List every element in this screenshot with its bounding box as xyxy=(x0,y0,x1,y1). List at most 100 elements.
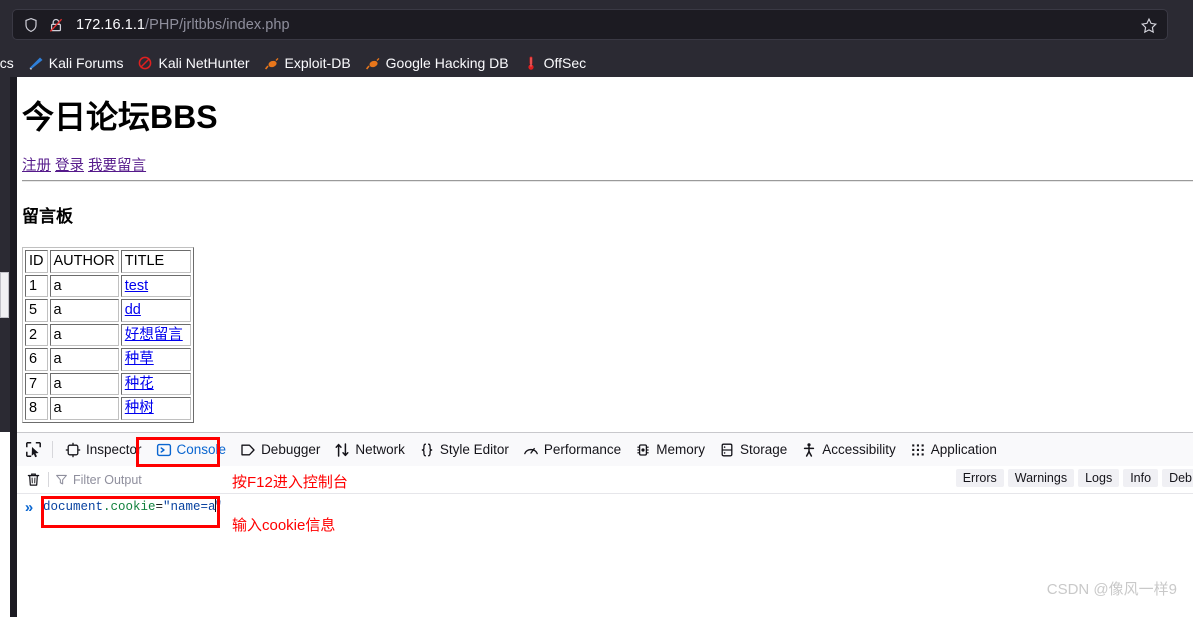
tab-debugger[interactable]: Debugger xyxy=(233,434,327,465)
clear-console-button[interactable] xyxy=(20,469,46,491)
table-row: 1 a test xyxy=(25,275,191,298)
console-filter-bar: Filter Output Errors Warnings Logs Info … xyxy=(17,466,1193,494)
message-link[interactable]: 好想留言 xyxy=(125,327,183,343)
bookmark-kali-nethunter[interactable]: Kali NetHunter xyxy=(131,51,255,74)
address-bar[interactable]: 172.16.1.1/PHP/jrltbbs/index.php xyxy=(12,9,1168,40)
nav-links: 注册 登录 我要留言 xyxy=(22,154,146,175)
element-picker-button[interactable] xyxy=(19,436,47,464)
table-row: 2 a 好想留言 xyxy=(25,324,191,347)
bookmark-label: Kali Forums xyxy=(49,55,124,71)
message-link[interactable]: dd xyxy=(125,302,141,318)
table-row: 5 a dd xyxy=(25,299,191,322)
tab-label: Console xyxy=(177,442,227,457)
annotation-text-f12: 按F12进入控制台 xyxy=(232,471,348,492)
tab-storage[interactable]: Storage xyxy=(712,434,794,465)
kali-nethunter-icon xyxy=(137,55,153,71)
severity-filter-errors[interactable]: Errors xyxy=(956,469,1004,487)
browser-chrome: 172.16.1.1/PHP/jrltbbs/index.php ocs Kal… xyxy=(0,0,1193,77)
urlbar-row: 172.16.1.1/PHP/jrltbbs/index.php xyxy=(0,0,1193,47)
cell-author: a xyxy=(50,348,119,371)
bookmark-kali-docs[interactable]: ocs xyxy=(0,51,20,74)
shield-icon[interactable] xyxy=(23,17,39,33)
table-header-row: ID AUTHOR TITLE xyxy=(25,250,191,273)
bookmark-label: OffSec xyxy=(544,55,587,71)
cell-id: 1 xyxy=(25,275,48,298)
storage-database-icon xyxy=(719,442,735,458)
bookmark-star-icon[interactable] xyxy=(1139,16,1159,36)
bookmark-label: Kali NetHunter xyxy=(158,55,249,71)
table-row: 7 a 种花 xyxy=(25,373,191,396)
tab-network[interactable]: Network xyxy=(327,434,412,465)
nav-link-post-message[interactable]: 我要留言 xyxy=(88,158,146,174)
severity-filter-info[interactable]: Info xyxy=(1123,469,1158,487)
message-link[interactable]: test xyxy=(125,278,148,294)
cell-author: a xyxy=(50,275,119,298)
debugger-icon xyxy=(240,442,256,458)
filter-funnel-icon xyxy=(55,473,68,486)
cell-author: a xyxy=(50,373,119,396)
cell-author: a xyxy=(50,397,119,420)
cell-author: a xyxy=(50,324,119,347)
page-scrollbar-thumb[interactable] xyxy=(0,272,9,318)
bookmark-google-hacking-db[interactable]: Google Hacking DB xyxy=(359,51,515,74)
accessibility-person-icon xyxy=(801,442,817,458)
console-prompt-icon xyxy=(156,442,172,458)
tab-inspector[interactable]: Inspector xyxy=(58,434,149,465)
tab-label: Storage xyxy=(740,442,787,457)
board-heading: 留言板 xyxy=(22,202,73,227)
devtools-toolbar: Inspector Console Debugger Network xyxy=(17,433,1193,467)
application-grid-icon xyxy=(910,442,926,458)
tab-accessibility[interactable]: Accessibility xyxy=(794,434,903,465)
filter-divider xyxy=(48,472,49,487)
cell-id: 8 xyxy=(25,397,48,420)
tab-console[interactable]: Console xyxy=(149,434,234,465)
severity-filter-group: Errors Warnings Logs Info Deb xyxy=(952,469,1193,487)
message-link[interactable]: 种花 xyxy=(125,376,154,392)
tab-label: Debugger xyxy=(261,442,320,457)
bookmark-exploit-db[interactable]: Exploit-DB xyxy=(258,51,357,74)
message-link[interactable]: 种树 xyxy=(125,400,154,416)
severity-filter-debug[interactable]: Deb xyxy=(1162,469,1193,487)
table-row: 8 a 种树 xyxy=(25,397,191,420)
console-input-row[interactable]: » document.cookie="name=a" xyxy=(17,493,1193,521)
cell-title: 种草 xyxy=(121,348,191,371)
toolbar-divider xyxy=(52,441,53,458)
nav-link-register[interactable]: 注册 xyxy=(22,158,51,174)
tab-label: Inspector xyxy=(86,442,142,457)
code-token-operator: = xyxy=(156,500,164,514)
nav-link-login[interactable]: 登录 xyxy=(55,158,84,174)
severity-filter-logs[interactable]: Logs xyxy=(1078,469,1119,487)
tab-style-editor[interactable]: Style Editor xyxy=(412,434,516,465)
cell-title: dd xyxy=(121,299,191,322)
tab-memory[interactable]: Memory xyxy=(628,434,712,465)
lock-crossed-insecure-icon[interactable] xyxy=(48,17,64,33)
cell-author: a xyxy=(50,299,119,322)
cell-id: 5 xyxy=(25,299,48,322)
message-table: ID AUTHOR TITLE 1 a test 5 a dd 2 a 好想留言… xyxy=(22,247,194,423)
style-editor-braces-icon xyxy=(419,442,435,458)
page-left-gutter xyxy=(10,77,17,617)
bookmark-label: Exploit-DB xyxy=(285,55,351,71)
console-input-field[interactable]: document.cookie="name=a" xyxy=(41,499,222,515)
horizontal-rule xyxy=(22,180,1193,182)
url-text[interactable]: 172.16.1.1/PHP/jrltbbs/index.php xyxy=(76,17,290,33)
bookmarks-bar: ocs Kali Forums Kali NetHunter Expl xyxy=(0,48,1193,77)
tab-label: Memory xyxy=(656,442,705,457)
tab-label: Network xyxy=(355,442,405,457)
filter-output-input[interactable]: Filter Output xyxy=(53,470,243,490)
annotation-text-cookie: 输入cookie信息 xyxy=(232,514,335,535)
cell-id: 6 xyxy=(25,348,48,371)
inspector-icon xyxy=(65,442,81,458)
cell-title: test xyxy=(121,275,191,298)
tab-performance[interactable]: Performance xyxy=(516,434,628,465)
bookmark-offsec[interactable]: OffSec xyxy=(517,51,593,74)
tab-application[interactable]: Application xyxy=(903,434,1004,465)
console-prompt-chevron: » xyxy=(17,500,41,515)
bookmark-kali-forums[interactable]: Kali Forums xyxy=(22,51,130,74)
code-token-property: .cookie xyxy=(103,500,156,514)
code-token-string-tail: " xyxy=(215,500,223,514)
offsec-icon xyxy=(523,55,539,71)
severity-filter-warnings[interactable]: Warnings xyxy=(1008,469,1074,487)
message-link[interactable]: 种草 xyxy=(125,351,154,367)
url-host: 172.16.1.1 xyxy=(76,17,145,33)
